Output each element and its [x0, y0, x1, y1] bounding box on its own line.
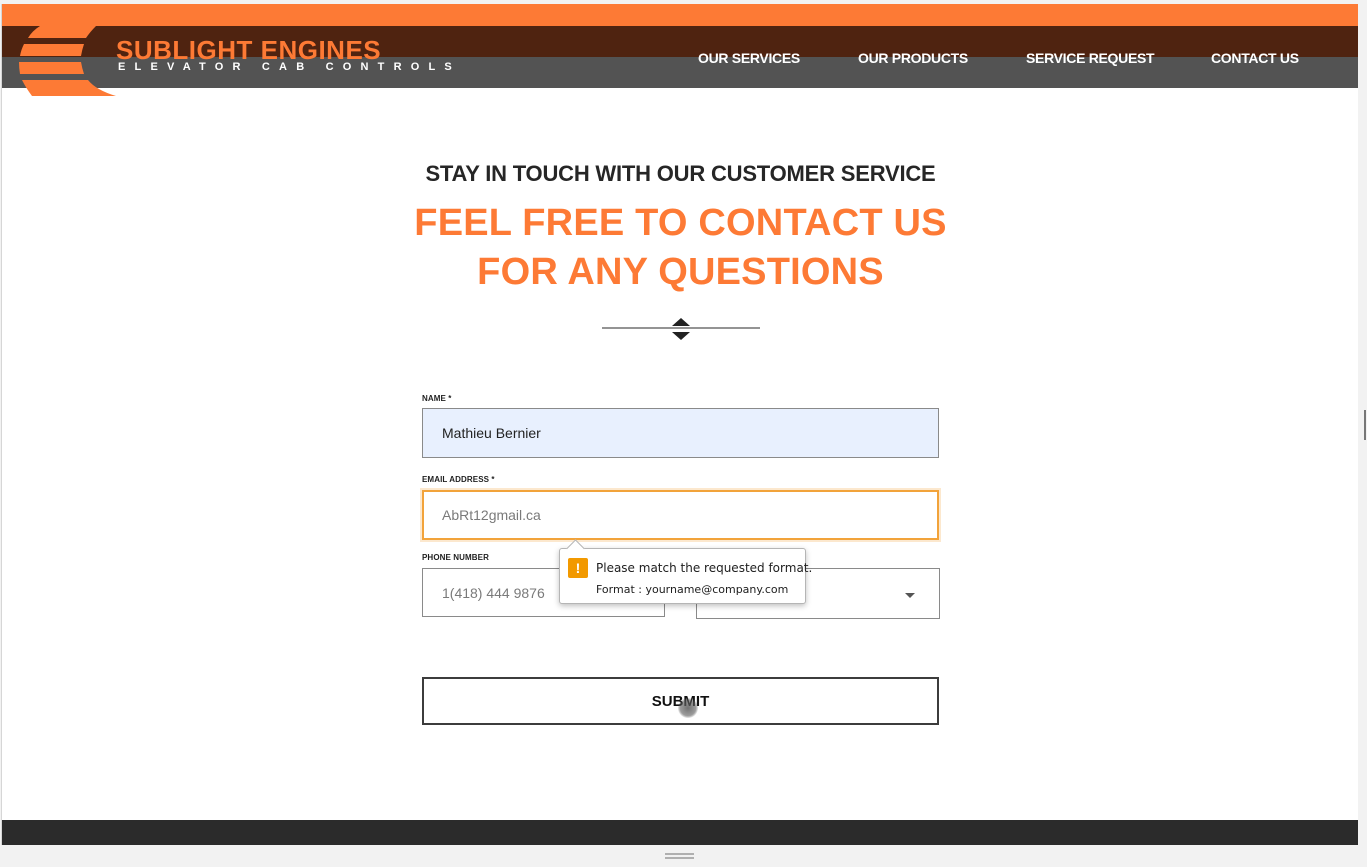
- caret-down-icon: [905, 593, 915, 598]
- name-field[interactable]: Mathieu Bernier: [422, 408, 939, 458]
- brand-tagline: ELEVATOR CAB CONTROLS: [118, 61, 461, 73]
- nav-our-services[interactable]: OUR SERVICES: [698, 50, 800, 66]
- page: SUBLIGHT ENGINES ELEVATOR CAB CONTROLS O…: [1, 4, 1358, 845]
- nav-contact-us[interactable]: CONTACT US: [1211, 50, 1299, 66]
- email-field-value: AbRt12gmail.ca: [442, 507, 541, 523]
- section-subheading: STAY IN TOUCH WITH OUR CUSTOMER SERVICE: [425, 161, 936, 186]
- email-field[interactable]: AbRt12gmail.ca: [422, 490, 939, 540]
- validation-message: Please match the requested format.: [596, 561, 813, 575]
- validation-tooltip: ! Please match the requested format. For…: [559, 548, 812, 604]
- mouse-cursor: [678, 698, 698, 718]
- name-field-value: Mathieu Bernier: [442, 425, 541, 441]
- scrollbar-marker[interactable]: [1364, 410, 1366, 440]
- double-chevron-icon: [602, 318, 760, 340]
- phone-field-placeholder: 1(418) 444 9876: [442, 584, 545, 601]
- resize-handle-icon[interactable]: [665, 853, 694, 859]
- section-heading-line-1: FEEL FREE TO CONTACT US: [414, 202, 947, 244]
- section-heading-line-2: FOR ANY QUESTIONS: [477, 251, 884, 293]
- browser-frame: SUBLIGHT ENGINES ELEVATOR CAB CONTROLS O…: [0, 0, 1367, 867]
- email-label: EMAIL ADDRESS *: [422, 475, 495, 484]
- header-top-stripe: [2, 4, 1358, 26]
- name-label: NAME *: [422, 394, 452, 403]
- nav-service-request[interactable]: SERVICE REQUEST: [1026, 50, 1155, 66]
- phone-label: PHONE NUMBER: [422, 553, 489, 562]
- brand-name[interactable]: SUBLIGHT ENGINES: [116, 37, 381, 63]
- nav-our-products[interactable]: OUR PRODUCTS: [858, 50, 968, 66]
- warning-icon: !: [568, 558, 588, 578]
- footer-bar: [2, 820, 1358, 845]
- logo-icon[interactable]: [18, 24, 118, 98]
- section-heading: FEEL FREE TO CONTACT US FOR ANY QUESTION…: [2, 199, 1358, 297]
- validation-format-hint: Format : yourname@company.com: [596, 583, 789, 596]
